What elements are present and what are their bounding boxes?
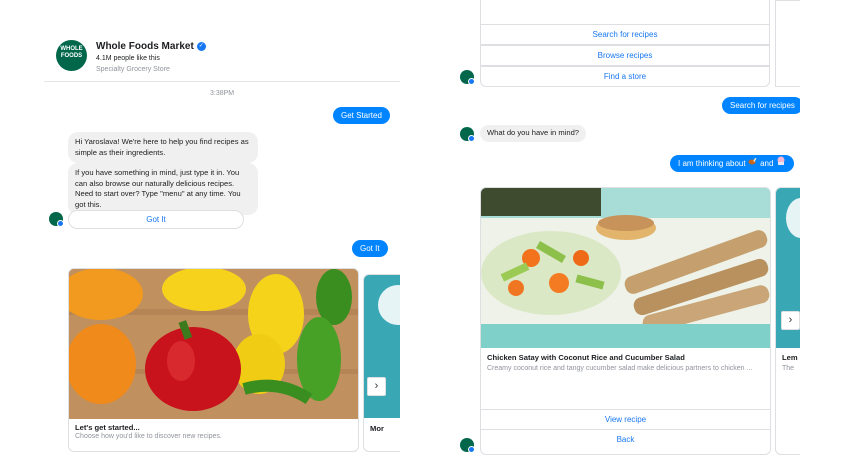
view-recipe-button[interactable]: View recipe <box>481 409 770 429</box>
chicken-satay-illustration <box>481 188 770 348</box>
chevron-right-icon[interactable]: › <box>781 311 800 330</box>
drumstick-emoji-icon <box>748 155 758 172</box>
header-divider <box>44 81 400 82</box>
card-title: Let's get started... <box>75 423 140 432</box>
user-message-text: I am thinking about <box>678 159 746 168</box>
left-chat-panel: WHOLE FOODS Whole Foods Market ✓ 4.1M peo… <box>44 0 400 471</box>
instructions-message: If you have something in mind, just type… <box>68 163 258 215</box>
got-it-button[interactable]: Got It <box>68 210 244 229</box>
lets-get-started-card[interactable]: Let's get started... Choose how you'd li… <box>68 268 359 452</box>
greeting-message: Hi Yaroslava! We're here to help you fin… <box>68 132 258 163</box>
page-category: Specialty Grocery Store <box>96 66 170 73</box>
search-recipes-reply: Search for recipes <box>722 97 800 114</box>
next-card-peek[interactable]: Mor <box>363 274 400 452</box>
get-started-message: Get Started <box>333 107 390 124</box>
page-name[interactable]: Whole Foods Market ✓ <box>96 41 206 52</box>
page-likes: 4.1M people like this <box>96 55 160 62</box>
next-recipe-subtitle: The <box>782 365 795 372</box>
page-name-text: Whole Foods Market <box>96 41 194 52</box>
find-store-button[interactable]: Find a store <box>480 66 770 87</box>
recipe-title: Chicken Satay with Coconut Rice and Cucu… <box>487 353 685 362</box>
peppers-illustration <box>69 269 358 419</box>
chicken-satay-image <box>481 188 770 348</box>
ice-cream-emoji-icon <box>776 155 786 172</box>
recipe-subtitle: Creamy coconut rice and tangy cucumber s… <box>487 365 753 372</box>
next-card-image <box>364 275 400 418</box>
recipe-card[interactable]: Chicken Satay with Coconut Rice and Cucu… <box>480 187 771 455</box>
bot-avatar <box>460 438 475 453</box>
menu-next-card-peek[interactable] <box>775 0 800 87</box>
next-card-title: Mor <box>370 424 384 433</box>
bot-avatar <box>460 70 475 85</box>
verified-badge-icon: ✓ <box>196 41 206 51</box>
menu-card-top <box>480 0 770 24</box>
card-subtitle: Choose how you'd like to discover new re… <box>75 433 222 440</box>
peppers-image <box>69 269 358 419</box>
search-recipes-button[interactable]: Search for recipes <box>480 24 770 45</box>
message-timestamp: 3:38PM <box>210 90 235 97</box>
bot-avatar <box>49 212 64 227</box>
right-chat-panel: Search for recipes Browse recipes Find a… <box>455 0 800 471</box>
got-it-reply: Got It <box>352 240 388 257</box>
chevron-right-icon[interactable]: › <box>367 377 386 396</box>
whole-foods-logo: WHOLE FOODS <box>56 40 87 71</box>
next-recipe-title: Lem <box>782 353 798 362</box>
user-message-joiner: and <box>760 159 774 168</box>
browse-recipes-button[interactable]: Browse recipes <box>480 45 770 66</box>
bot-avatar <box>460 127 475 142</box>
user-food-message: I am thinking about and <box>670 155 794 172</box>
back-button[interactable]: Back <box>481 429 770 449</box>
next-card-logo <box>378 285 400 325</box>
question-message: What do you have in mind? <box>480 125 587 142</box>
next-recipe-logo <box>786 198 800 238</box>
